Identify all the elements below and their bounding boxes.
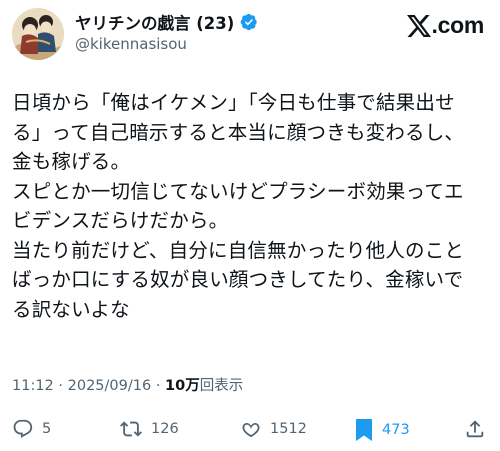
tweet-date[interactable]: 2025/09/16 [68, 378, 152, 394]
tweet-meta: 11:12 · 2025/09/16 · 10万回表示 [12, 374, 243, 395]
tweet-line: る」って自己暗示すると本当に顔つきも変わるし、 [12, 120, 465, 144]
tweet-line: る訳ないよな [12, 297, 130, 321]
user-handle[interactable]: @kikennasisou [75, 35, 187, 53]
views-count: 10万 [165, 378, 200, 394]
avatar-illustration [12, 8, 64, 60]
tweet-line: ばっか口にする奴が良い顔つきしてたり、金稼いで [12, 268, 464, 291]
action-bar: 5 126 1512 473 [12, 418, 488, 444]
name-row: ヤリチンの戯言 (23) [75, 10, 258, 34]
x-logo-icon [406, 14, 431, 37]
retweet-count: 126 [151, 421, 179, 437]
tweet-time[interactable]: 11:12 [12, 378, 54, 394]
verified-badge-icon [240, 13, 258, 31]
bookmark-button[interactable]: 473 [354, 418, 410, 442]
reply-button[interactable]: 5 [12, 418, 51, 440]
tweet-line: 金も稼げる。 [12, 150, 131, 173]
tweet-line: 当たり前だけど、自分に自信無かったり他人のこと [12, 238, 465, 262]
tweet-line: スピとか一切信じてないけどプラシーボ効果ってエ [12, 179, 464, 203]
tweet-text: 日頃から「俺はイケメン」「今日も仕事で結果出せ る」って自己暗示すると本当に顔つ… [12, 88, 490, 324]
tweet-line: 日頃から「俺はイケメン」「今日も仕事で結果出せ [12, 91, 455, 114]
views-label: 回表示 [199, 378, 244, 394]
share-button[interactable] [464, 418, 486, 440]
heart-icon [242, 423, 260, 438]
display-name[interactable]: ヤリチンの戯言 (23) [75, 10, 234, 34]
bookmark-icon [356, 419, 372, 441]
meta-separator: · [155, 378, 161, 394]
bookmark-count: 473 [382, 422, 410, 438]
tweet-line: ビデンスだらけだから。 [12, 209, 229, 232]
x-logo: .com [406, 12, 485, 39]
retweet-icon [120, 421, 142, 437]
retweet-button[interactable]: 126 [119, 418, 179, 440]
meta-separator: · [58, 378, 64, 394]
reply-icon [13, 419, 33, 438]
like-count: 1512 [270, 421, 307, 437]
x-logo-text: .com [431, 12, 485, 38]
avatar[interactable] [12, 8, 64, 60]
share-icon [466, 420, 484, 438]
like-button[interactable]: 1512 [240, 418, 307, 440]
tweet-header: ヤリチンの戯言 (23) @kikennasisou .com [12, 6, 488, 60]
reply-count: 5 [42, 421, 52, 437]
